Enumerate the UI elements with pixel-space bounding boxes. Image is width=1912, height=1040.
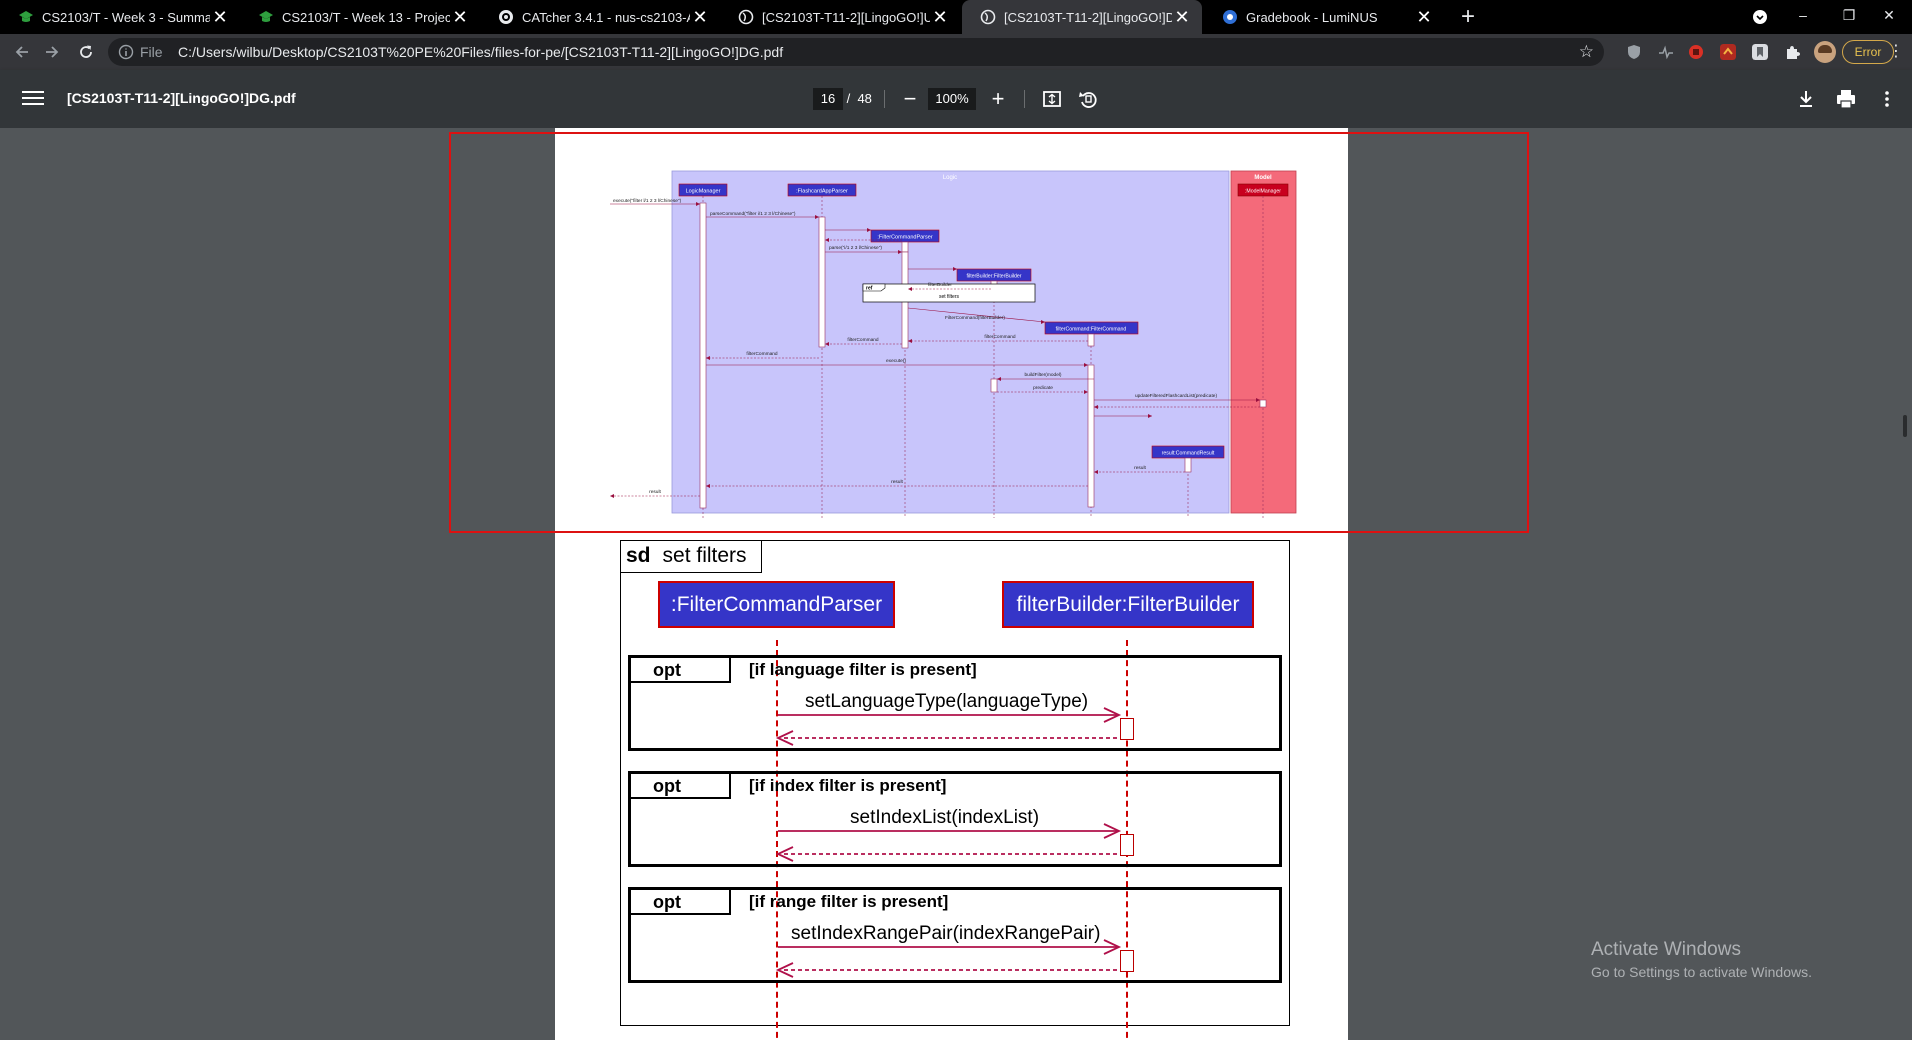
- close-icon[interactable]: ✕: [210, 7, 230, 27]
- shield-extension-icon[interactable]: [1626, 44, 1642, 60]
- forward-button[interactable]: [38, 38, 66, 66]
- tab-strip: CS2103/T - Week 3 - Summary ✕ CS2103/T -…: [0, 0, 1912, 34]
- close-icon[interactable]: ✕: [690, 7, 710, 27]
- bookmark-extension-icon[interactable]: [1752, 44, 1768, 60]
- activation-bar: [1120, 834, 1134, 856]
- activate-windows-subtitle: Go to Settings to activate Windows.: [1591, 964, 1812, 980]
- tab-title: CS2103/T - Week 13 - Project: [282, 9, 450, 25]
- hamburger-menu-icon[interactable]: [22, 88, 44, 110]
- tab-title: Gradebook - LumiNUS: [1246, 9, 1378, 25]
- avatar[interactable]: [1814, 41, 1836, 63]
- zoom-level-input[interactable]: 100%: [928, 88, 976, 110]
- luminus-icon: [1223, 10, 1237, 24]
- browser-tab[interactable]: CATcher 3.4.1 - nus-cs2103-AY21 ✕: [480, 0, 720, 34]
- arrow-right-icon: [46, 46, 59, 58]
- puzzle-icon[interactable]: [1784, 44, 1800, 60]
- pulse-extension-icon[interactable]: [1658, 44, 1674, 60]
- toolbar-divider: [884, 90, 885, 108]
- activation-bar: [1120, 950, 1134, 972]
- zoom-in-button[interactable]: +: [985, 86, 1011, 112]
- download-icon[interactable]: [1793, 86, 1819, 112]
- arrow-left-icon: [15, 46, 28, 58]
- info-icon[interactable]: [118, 44, 134, 60]
- address-bar: File C:/Users/wilbu/Desktop/CS2103T%20PE…: [0, 34, 1912, 70]
- scrollbar-thumb[interactable]: [1903, 415, 1907, 437]
- reload-icon: [80, 45, 92, 58]
- close-icon[interactable]: ✕: [930, 7, 950, 27]
- page-count: / 48: [843, 91, 872, 106]
- close-icon[interactable]: ✕: [1172, 7, 1192, 27]
- activate-windows-title: Activate Windows: [1591, 939, 1741, 960]
- rotate-icon[interactable]: [1075, 86, 1101, 112]
- profile-search-icon[interactable]: [1752, 9, 1768, 25]
- pdf-file-name: [CS2103T-T11-2][LingoGO!]DG.pdf: [67, 90, 296, 106]
- browser-tab[interactable]: CS2103/T - Week 13 - Project ✕: [240, 0, 480, 34]
- bookmark-star-icon[interactable]: ☆: [1579, 42, 1594, 62]
- pdf-toolbar: [CS2103T-T11-2][LingoGO!]DG.pdf 16 / 48 …: [0, 70, 1912, 128]
- graduation-cap-icon: [19, 11, 33, 22]
- more-options-icon[interactable]: [1874, 86, 1900, 112]
- fit-to-page-icon[interactable]: [1039, 86, 1065, 112]
- tab-title: [CS2103T-T11-2][LingoGO!]DG.p: [1004, 9, 1172, 25]
- reload-button[interactable]: [72, 38, 100, 66]
- browser-tab[interactable]: Gradebook - LumiNUS ✕: [1204, 0, 1444, 34]
- browser-tab[interactable]: CS2103/T - Week 3 - Summary ✕: [0, 0, 240, 34]
- arrow-up-extension-icon[interactable]: [1720, 44, 1736, 60]
- globe-icon: [980, 9, 996, 25]
- catcher-icon: [499, 10, 513, 24]
- scheme-label: File: [140, 44, 163, 60]
- omnibox[interactable]: File C:/Users/wilbu/Desktop/CS2103T%20PE…: [108, 38, 1604, 66]
- close-icon[interactable]: ✕: [450, 7, 470, 27]
- graduation-cap-icon: [259, 11, 273, 22]
- globe-icon: [738, 9, 754, 25]
- scrollbar[interactable]: [1898, 128, 1912, 1040]
- minimize-button[interactable]: –: [1780, 0, 1826, 34]
- zoom-out-button[interactable]: −: [897, 86, 923, 112]
- back-button[interactable]: [8, 38, 36, 66]
- toolbar-divider: [1024, 90, 1025, 108]
- print-icon[interactable]: [1833, 86, 1859, 112]
- pdf-viewer[interactable]: Logic Model LogicManager :FlashcardAppPa…: [0, 128, 1912, 1040]
- window-close-button[interactable]: ✕: [1866, 0, 1912, 34]
- browser-tab[interactable]: [CS2103T-T11-2][LingoGO!]UG.p ✕: [720, 0, 960, 34]
- tab-title: [CS2103T-T11-2][LingoGO!]UG.p: [762, 9, 930, 25]
- red-highlight-box: [449, 132, 1529, 533]
- url-text[interactable]: C:/Users/wilbu/Desktop/CS2103T%20PE%20Fi…: [178, 44, 783, 60]
- error-badge[interactable]: Error: [1842, 40, 1894, 64]
- browser-tab-active[interactable]: [CS2103T-T11-2][LingoGO!]DG.p ✕: [962, 0, 1202, 34]
- new-tab-button[interactable]: +: [1454, 3, 1482, 31]
- tab-title: CS2103/T - Week 3 - Summary: [42, 9, 210, 25]
- record-extension-icon[interactable]: [1688, 44, 1704, 60]
- tab-title: CATcher 3.4.1 - nus-cs2103-AY21: [522, 9, 690, 25]
- close-icon[interactable]: ✕: [1414, 7, 1434, 27]
- activation-bar: [1120, 718, 1134, 740]
- page-number-input[interactable]: 16: [813, 88, 843, 110]
- browser-menu-icon[interactable]: ⋮: [1888, 40, 1904, 64]
